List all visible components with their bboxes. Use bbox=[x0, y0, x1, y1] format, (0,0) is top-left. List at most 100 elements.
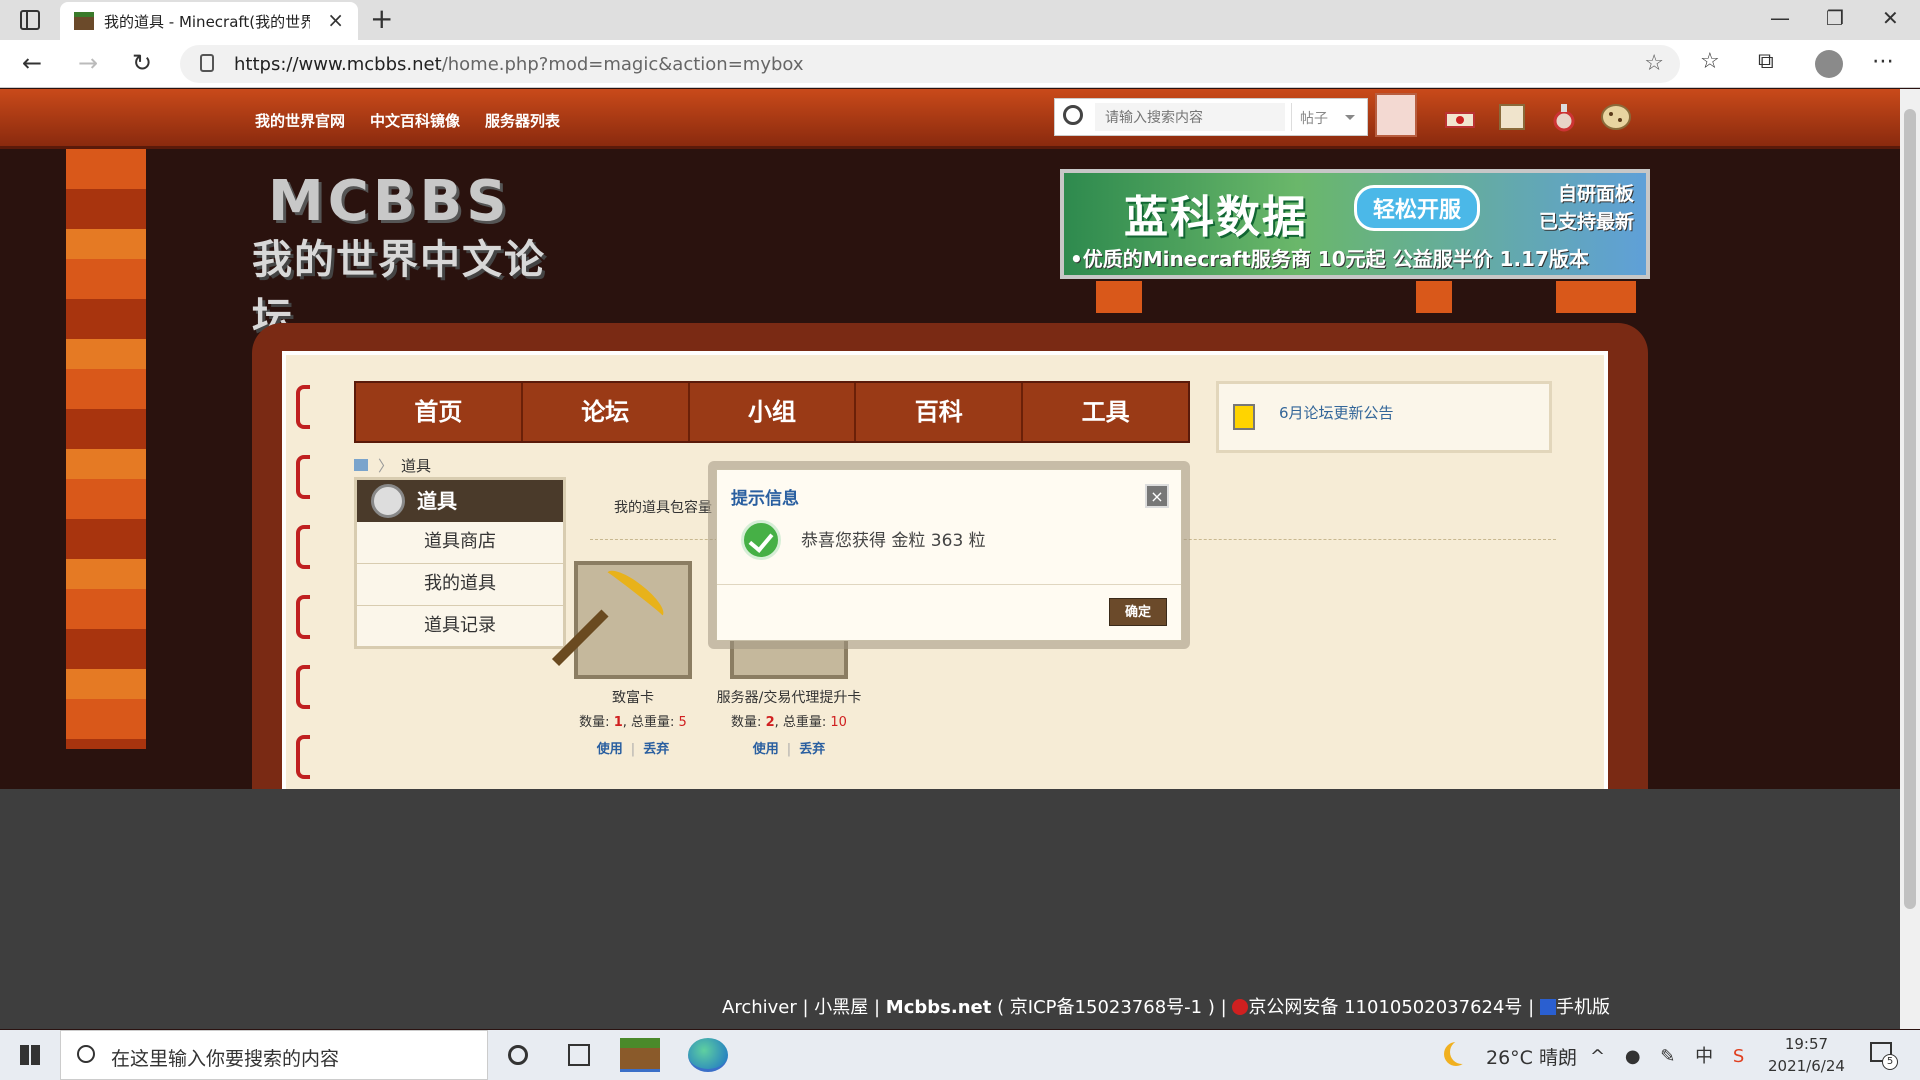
cortana-icon[interactable] bbox=[508, 1045, 528, 1065]
side-item-shop[interactable]: 道具商店 bbox=[357, 522, 563, 564]
add-favorite-icon[interactable]: ☆ bbox=[1644, 51, 1664, 76]
police-badge-icon bbox=[1232, 999, 1249, 1015]
potion-icon[interactable] bbox=[1546, 101, 1582, 133]
dialog-close-icon[interactable]: × bbox=[1145, 484, 1169, 508]
address-bar[interactable]: https://www.mcbbs.net/home.php?mod=magic… bbox=[180, 45, 1680, 83]
main-nav: 首页 论坛 小组 百科 工具 bbox=[354, 381, 1190, 443]
profile-avatar[interactable] bbox=[1815, 50, 1843, 78]
use-item-link[interactable]: 使用 bbox=[753, 742, 779, 757]
search-icon[interactable] bbox=[1063, 105, 1083, 125]
tab-actions-icon[interactable] bbox=[20, 10, 40, 30]
side-item-mybox[interactable]: 我的道具 bbox=[357, 564, 563, 606]
scrollbar-thumb[interactable] bbox=[1904, 109, 1916, 909]
item-stats: 数量: 2, 总重量: 10 bbox=[731, 715, 847, 730]
mcbbs-logo[interactable]: MCBBS 我的世界中文论坛 bbox=[252, 169, 582, 341]
page-scrollbar[interactable] bbox=[1900, 89, 1920, 1029]
mainnav-tools[interactable]: 工具 bbox=[1023, 383, 1188, 441]
ime-indicator[interactable]: 中 bbox=[1695, 1046, 1713, 1067]
mainnav-forum[interactable]: 论坛 bbox=[523, 383, 690, 441]
forward-icon[interactable]: → bbox=[78, 49, 98, 77]
favorites-icon[interactable]: ☆ bbox=[1700, 49, 1720, 74]
side-menu-title: 道具 bbox=[357, 480, 563, 522]
qq-icon[interactable]: ● bbox=[1625, 1046, 1641, 1067]
search-scope-select[interactable]: 帖子 bbox=[1291, 103, 1365, 131]
refresh-icon[interactable]: ↻ bbox=[132, 49, 152, 77]
notebook-ring bbox=[296, 385, 310, 429]
weather-widget[interactable]: 26°C 晴朗 bbox=[1486, 1043, 1577, 1070]
new-tab-icon[interactable]: + bbox=[370, 2, 393, 35]
pen-icon[interactable]: ✎ bbox=[1660, 1046, 1675, 1067]
minecraft-app-icon[interactable] bbox=[620, 1038, 660, 1072]
more-menu-icon[interactable]: ⋯ bbox=[1872, 49, 1894, 74]
browser-tab-bar: 我的道具 - Minecraft(我的世界)中 × + — ❐ ✕ bbox=[0, 0, 1920, 40]
lava-column-decoration bbox=[66, 149, 146, 749]
topnav-link-wiki[interactable]: 中文百科镜像 bbox=[370, 110, 460, 131]
lava-block-decoration bbox=[1416, 281, 1452, 313]
item-name: 致富卡 bbox=[612, 690, 654, 706]
taskbar-search-placeholder: 在这里输入你要搜索的内容 bbox=[111, 1048, 340, 1070]
mainnav-groups[interactable]: 小组 bbox=[690, 383, 857, 441]
confirm-button[interactable]: 确定 bbox=[1109, 598, 1167, 626]
taskbar-search[interactable]: 在这里输入你要搜索的内容 bbox=[60, 1030, 488, 1080]
icp-link[interactable]: ( 京ICP备15023768号-1 ) bbox=[997, 997, 1215, 1018]
breadcrumb-current[interactable]: 道具 bbox=[401, 457, 431, 475]
back-icon[interactable]: ← bbox=[22, 49, 42, 77]
mainnav-home[interactable]: 首页 bbox=[356, 383, 523, 441]
divider bbox=[717, 584, 1181, 585]
topnav-link-official[interactable]: 我的世界官网 bbox=[255, 110, 345, 131]
browser-toolbar: ← → ↻ https://www.mcbbs.net/home.php?mod… bbox=[0, 40, 1920, 88]
item-stats: 数量: 1, 总重量: 5 bbox=[579, 715, 687, 730]
lock-icon[interactable] bbox=[200, 54, 214, 72]
window-close-icon[interactable]: ✕ bbox=[1882, 6, 1899, 30]
mainnav-wiki[interactable]: 百科 bbox=[856, 383, 1024, 441]
windows-start-icon[interactable] bbox=[20, 1045, 40, 1065]
info-dialog: 提示信息 × 恭喜您获得 金粒 363 粒 确定 bbox=[716, 469, 1182, 641]
discard-item-link[interactable]: 丢弃 bbox=[643, 742, 669, 757]
item-name: 服务器/交易代理提升卡 bbox=[716, 690, 862, 706]
archiver-link[interactable]: Archiver bbox=[722, 997, 797, 1018]
site-footer: Archiver | 小黑屋 | Mcbbs.net ( 京ICP备150237… bbox=[0, 789, 1900, 1029]
site-search: 帖子 bbox=[1054, 98, 1368, 136]
mobile-icon bbox=[1539, 999, 1556, 1015]
use-item-link[interactable]: 使用 bbox=[597, 742, 623, 757]
moon-icon bbox=[1450, 1040, 1474, 1064]
site-name[interactable]: Mcbbs.net bbox=[886, 997, 992, 1018]
task-view-icon[interactable] bbox=[568, 1044, 590, 1066]
blacklist-link[interactable]: 小黑屋 bbox=[814, 997, 868, 1018]
cookie-icon[interactable] bbox=[1598, 101, 1634, 133]
windows-taskbar: 在这里输入你要搜索的内容 26°C 晴朗 ^ ● ✎ 中 S 19:57 202… bbox=[0, 1030, 1920, 1080]
side-item-log[interactable]: 道具记录 bbox=[357, 606, 563, 648]
success-check-icon bbox=[741, 520, 781, 560]
collections-icon[interactable]: ⧉ bbox=[1758, 49, 1774, 74]
topnav-link-servers[interactable]: 服务器列表 bbox=[485, 110, 560, 131]
search-icon bbox=[77, 1045, 95, 1063]
police-record-link[interactable]: 京公网安备 11010502037624号 bbox=[1248, 997, 1522, 1018]
search-input[interactable] bbox=[1095, 103, 1285, 131]
pickaxe-icon bbox=[600, 563, 670, 625]
system-clock[interactable]: 19:57 2021/6/24 bbox=[1768, 1033, 1845, 1077]
home-icon[interactable] bbox=[354, 459, 368, 471]
item-image[interactable] bbox=[551, 561, 692, 679]
minimize-icon[interactable]: — bbox=[1770, 6, 1790, 30]
item-card: 致富卡 数量: 1, 总重量: 5 使用 | 丢弃 bbox=[550, 561, 716, 757]
announcement-box: 6月论坛更新公告 bbox=[1216, 381, 1552, 453]
user-avatar[interactable] bbox=[1375, 93, 1417, 137]
discard-item-link[interactable]: 丢弃 bbox=[799, 742, 825, 757]
announcement-link[interactable]: 6月论坛更新公告 bbox=[1279, 402, 1394, 423]
edge-app-icon[interactable] bbox=[688, 1038, 728, 1072]
breadcrumb: 〉道具 bbox=[354, 455, 431, 476]
message-icon[interactable] bbox=[1442, 101, 1478, 133]
chevron-up-icon[interactable]: ^ bbox=[1590, 1046, 1605, 1067]
mobile-version-link[interactable]: 手机版 bbox=[1556, 997, 1610, 1018]
ad-banner[interactable]: 蓝科数据 轻松开服 自研面板 已支持最新 •优质的Minecraft服务商 10… bbox=[1060, 169, 1650, 279]
restore-icon[interactable]: ❐ bbox=[1826, 6, 1844, 30]
notebook-ring bbox=[296, 735, 310, 779]
lava-block-decoration bbox=[1096, 281, 1142, 313]
url-text[interactable]: https://www.mcbbs.net/home.php?mod=magic… bbox=[234, 54, 804, 75]
tab-close-icon[interactable]: × bbox=[327, 8, 344, 32]
browser-tab-active[interactable]: 我的道具 - Minecraft(我的世界)中 × bbox=[60, 2, 358, 40]
speaker-icon bbox=[1233, 404, 1255, 430]
wps-icon[interactable]: S bbox=[1733, 1046, 1744, 1067]
notebook-ring bbox=[296, 595, 310, 639]
cube-icon[interactable] bbox=[1494, 101, 1530, 133]
